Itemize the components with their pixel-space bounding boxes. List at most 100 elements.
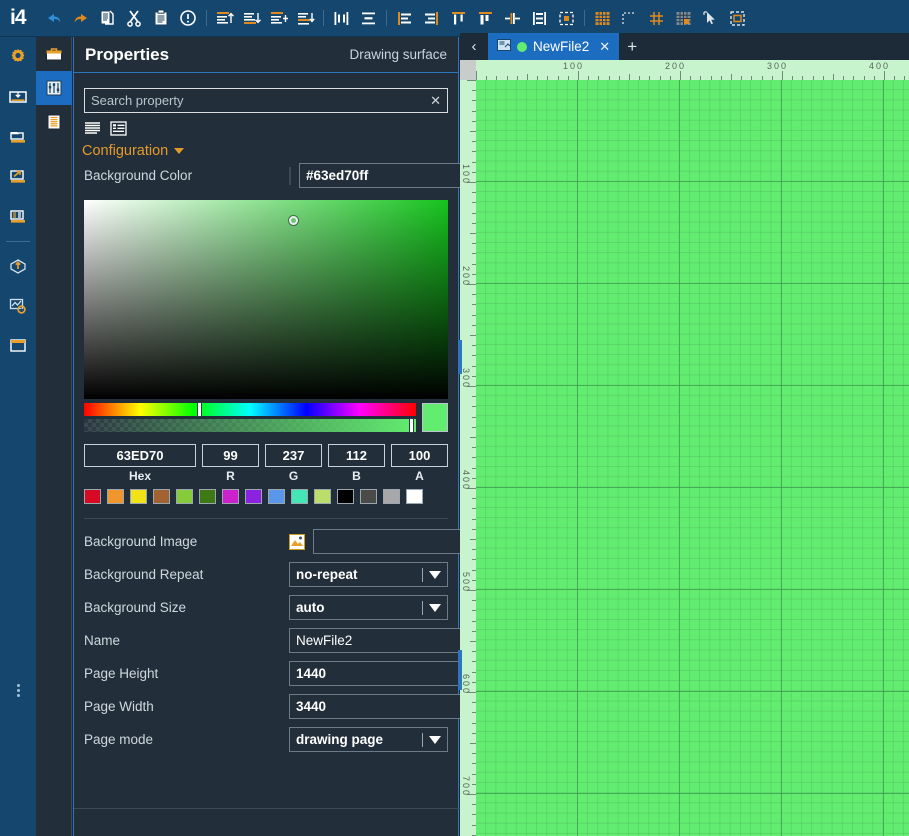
hue-thumb[interactable] [197, 402, 202, 417]
preset-swatch[interactable] [222, 489, 239, 504]
distribute-vertical-icon[interactable] [355, 5, 382, 32]
vertical-scrollbar-thumb[interactable] [458, 340, 462, 374]
preset-swatch[interactable] [107, 489, 124, 504]
close-icon[interactable]: ✕ [599, 39, 610, 55]
blue-field[interactable]: 112 [328, 444, 385, 467]
toolbar-separator [202, 9, 211, 27]
hex-field[interactable]: 63ED70 [84, 444, 196, 467]
select-bounds-icon[interactable] [553, 5, 580, 32]
sv-cursor-handle[interactable] [289, 216, 298, 225]
align-edge-left-icon[interactable] [391, 5, 418, 32]
align-bottom-icon[interactable] [238, 5, 265, 32]
hue-slider[interactable] [84, 402, 416, 417]
tab-newfile2[interactable]: NewFile2 ✕ [488, 33, 620, 60]
properties-header: Properties Drawing surface [74, 37, 458, 73]
preset-swatch[interactable] [383, 489, 400, 504]
grid-snap-icon[interactable] [670, 5, 697, 32]
ruler-corner [460, 60, 476, 80]
copy-icon[interactable] [94, 5, 121, 32]
close-icon[interactable]: ✕ [424, 93, 441, 109]
sidebar-item-archive[interactable] [0, 326, 36, 366]
cut-icon[interactable] [121, 5, 148, 32]
ruler-label: 500 [461, 572, 471, 594]
preset-swatch[interactable] [406, 489, 423, 504]
background-repeat-select[interactable]: no-repeat [289, 562, 448, 587]
preset-swatch[interactable] [268, 489, 285, 504]
grouped-view-toggle[interactable] [108, 119, 128, 137]
red-field[interactable]: 99 [202, 444, 259, 467]
same-height-icon[interactable] [526, 5, 553, 32]
align-right-icon[interactable] [292, 5, 319, 32]
select-value: drawing page [296, 732, 384, 747]
flat-list-view-toggle[interactable] [82, 119, 102, 137]
snap-guides-icon[interactable] [616, 5, 643, 32]
alpha-slider[interactable] [84, 418, 416, 433]
preset-swatch[interactable] [291, 489, 308, 504]
preset-swatch[interactable] [337, 489, 354, 504]
tab-scroll-back-button[interactable]: ‹ [460, 33, 488, 60]
name-input[interactable] [289, 628, 480, 653]
chevron-down-icon [174, 148, 185, 154]
undo-icon[interactable] [40, 5, 67, 32]
sidebar-item-dashboard[interactable] [0, 77, 36, 117]
sidebar-item-deploy[interactable] [0, 246, 36, 286]
distribute-horizontal-icon[interactable] [328, 5, 355, 32]
blue-label: B [352, 469, 361, 483]
properties-panel: Properties Drawing surface ✕ Configurati… [73, 37, 504, 836]
preset-swatch[interactable] [130, 489, 147, 504]
align-center-horizontal-icon[interactable] [472, 5, 499, 32]
toolbar-separator [319, 9, 328, 27]
preset-swatch[interactable] [360, 489, 377, 504]
page-width-input[interactable] [289, 694, 484, 719]
panel-tab-toolbox[interactable] [36, 37, 72, 71]
header-spacer [74, 73, 458, 88]
preset-swatch[interactable] [245, 489, 262, 504]
sidebar-item-chart-config[interactable] [0, 286, 36, 326]
preset-swatch[interactable] [84, 489, 101, 504]
page-mode-select[interactable]: drawing page [289, 727, 448, 752]
page-height-input[interactable] [289, 661, 484, 686]
canvas-grid[interactable] [476, 80, 909, 836]
drawing-surface[interactable]: 100 200 300 400 100 200 300 400 500 600 700 [460, 60, 909, 836]
grid-icon[interactable] [589, 5, 616, 32]
align-top-icon[interactable] [211, 5, 238, 32]
preset-swatch[interactable] [176, 489, 193, 504]
guides-icon[interactable] [643, 5, 670, 32]
sidebar-item-open[interactable] [0, 117, 36, 157]
panel-bottom-divider [74, 808, 460, 809]
image-picker-icon[interactable] [289, 533, 305, 550]
panel-tab-list[interactable] [36, 105, 72, 139]
search-input[interactable] [91, 89, 425, 112]
tab-label: NewFile2 [533, 39, 590, 54]
preset-swatch[interactable] [153, 489, 170, 504]
paste-icon[interactable] [148, 5, 175, 32]
add-tab-button[interactable]: + [619, 33, 645, 60]
align-left-icon[interactable] [265, 5, 292, 32]
green-field[interactable]: 237 [265, 444, 322, 467]
align-center-vertical-icon[interactable] [445, 5, 472, 32]
sidebar-item-settings[interactable] [0, 37, 36, 77]
alpha-thumb[interactable] [409, 418, 414, 433]
preset-swatch[interactable] [314, 489, 331, 504]
configuration-group-header[interactable]: Configuration [74, 137, 458, 159]
info-icon[interactable] [175, 5, 202, 32]
sidebar-item-export[interactable] [0, 157, 36, 197]
rail-divider [6, 241, 30, 242]
pointer-icon[interactable] [697, 5, 724, 32]
background-size-select[interactable]: auto [289, 595, 448, 620]
search-property-box[interactable]: ✕ [84, 88, 448, 113]
preset-swatch[interactable] [199, 489, 216, 504]
sidebar-item-reports[interactable] [0, 197, 36, 237]
align-edge-right-icon[interactable] [418, 5, 445, 32]
red-label: R [226, 469, 235, 483]
rail-overflow-handle[interactable] [0, 673, 36, 707]
panel-tab-properties[interactable] [36, 71, 72, 105]
saturation-value-area[interactable] [84, 200, 448, 399]
group-select-icon[interactable] [724, 5, 751, 32]
same-width-icon[interactable] [499, 5, 526, 32]
color-swatch-button[interactable] [289, 166, 291, 185]
redo-icon[interactable] [67, 5, 94, 32]
property-row-background-image: Background Image [74, 525, 504, 558]
vertical-scrollbar-thumb-secondary[interactable] [458, 650, 462, 690]
alpha-field[interactable]: 100 [391, 444, 448, 467]
